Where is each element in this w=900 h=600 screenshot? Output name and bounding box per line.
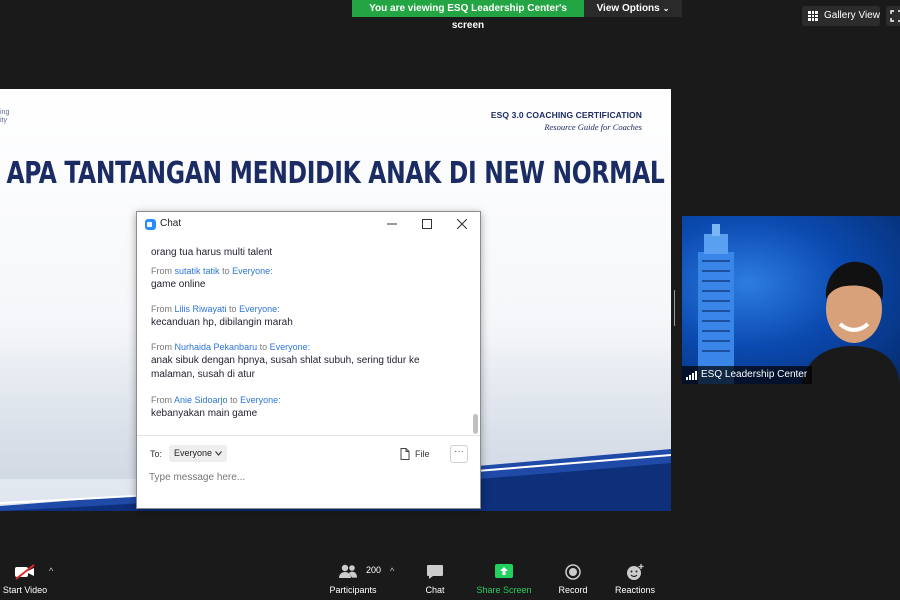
close-button[interactable] (445, 212, 479, 236)
participant-name: ESQ Leadership Center (701, 369, 808, 380)
chat-scrollbar[interactable] (470, 236, 480, 424)
share-screen-button[interactable]: Share Screen (474, 554, 534, 600)
record-icon (565, 564, 581, 580)
participant-name-label: ESQ Leadership Center (682, 366, 813, 384)
start-video-label: Start Video (2, 585, 48, 595)
more-options-button[interactable]: ··· (450, 445, 468, 463)
zoom-app-icon (145, 219, 156, 230)
recipient-select-value: Everyone (174, 448, 213, 458)
sender-name[interactable]: Lilis Riwayati (175, 304, 227, 314)
participants-label: Participants (329, 585, 377, 595)
participants-options-caret-icon[interactable]: ^ (390, 566, 394, 576)
file-icon (400, 448, 410, 460)
participants-button[interactable]: Participants (326, 554, 380, 600)
viewing-screen-banner: You are viewing ESQ Leadership Center's … (352, 0, 584, 31)
chat-message: From Anie Sidoarjo to Everyone: kebanyak… (151, 395, 461, 421)
zoom-meeting-window: You are viewing ESQ Leadership Center's … (0, 0, 900, 600)
chat-scrollbar-thumb[interactable] (473, 414, 478, 434)
participant-person-image (802, 261, 900, 384)
message-sender-line: From Anie Sidoarjo to Everyone: (151, 395, 281, 405)
recipient-select[interactable]: Everyone (169, 445, 228, 462)
chat-message: orang tua harus multi talent (151, 247, 273, 258)
record-label: Record (558, 585, 588, 595)
file-button-label: File (415, 449, 430, 459)
slide-logo-fragment: ing ity (0, 109, 10, 124)
chat-message: From sutatik tatik to Everyone: game onl… (151, 266, 461, 292)
reactions-button[interactable]: Reactions (612, 554, 658, 600)
participant-video-tile[interactable]: ESQ Leadership Center (682, 216, 900, 384)
maximize-icon (422, 219, 432, 229)
minimize-button[interactable] (375, 212, 409, 236)
chevron-down-icon: ⌄ (662, 4, 670, 13)
fullscreen-icon (890, 10, 900, 22)
chat-bubble-icon (427, 565, 443, 579)
chat-window: Chat orang tua harus multi talent From s… (136, 211, 481, 509)
message-sender-line: From Nurhaida Pekanbaru to Everyone: (151, 342, 311, 352)
record-button[interactable]: Record (555, 554, 591, 600)
slide-certification-header: ESQ 3.0 COACHING CERTIFICATION Resource … (491, 110, 642, 132)
chat-divider (137, 435, 480, 436)
view-options-label: View Options (596, 3, 660, 14)
meeting-toolbar: Start Video ^ Participants 200 ^ Chat Sh… (0, 554, 900, 600)
minimize-icon (387, 223, 397, 225)
gallery-view-label: Gallery View (824, 10, 880, 21)
recipient-name: Everyone: (240, 395, 281, 405)
recipient-name: Everyone: (232, 266, 273, 276)
share-screen-icon (495, 564, 513, 578)
recipient-name: Everyone: (269, 342, 311, 352)
to-label: To: (150, 449, 163, 459)
close-icon (457, 219, 467, 229)
slide-title: APA TANTANGAN MENDIDIK ANAK DI NEW NORMA… (6, 156, 665, 192)
video-options-caret-icon[interactable]: ^ (49, 566, 53, 576)
chat-message-list[interactable]: orang tua harus multi talent From sutati… (137, 236, 480, 424)
sender-name[interactable]: Anie Sidoarjo (174, 395, 228, 405)
panel-splitter-handle[interactable] (674, 290, 677, 326)
grid-icon (808, 11, 818, 21)
certification-title: ESQ 3.0 COACHING CERTIFICATION (490, 110, 642, 120)
recipient-name: Everyone: (239, 304, 280, 314)
chat-titlebar[interactable]: Chat (137, 212, 480, 236)
reactions-label: Reactions (614, 585, 656, 595)
building-image (698, 224, 734, 384)
share-screen-label: Share Screen (476, 585, 532, 595)
chevron-down-icon (215, 451, 222, 456)
chat-message-input[interactable] (149, 469, 469, 485)
message-sender-line: From sutatik tatik to Everyone: (151, 266, 273, 276)
view-options-button[interactable]: View Options ⌄ (584, 0, 682, 17)
certification-subtitle: Resource Guide for Coaches (544, 122, 642, 132)
gallery-view-button[interactable]: Gallery View (802, 6, 880, 26)
participants-count: 200 (366, 565, 382, 575)
emoji-plus-icon (627, 564, 644, 580)
video-off-icon (15, 564, 35, 580)
maximize-button[interactable] (410, 212, 444, 236)
chat-button[interactable]: Chat (420, 554, 450, 600)
sender-name[interactable]: sutatik tatik (175, 266, 220, 276)
file-button[interactable]: File (400, 446, 430, 462)
chat-message: From Lilis Riwayati to Everyone: kecandu… (151, 304, 461, 330)
participants-icon (338, 564, 357, 578)
chat-message: From Nurhaida Pekanbaru to Everyone: ana… (151, 342, 461, 382)
start-video-button[interactable]: Start Video (0, 554, 50, 600)
sender-name[interactable]: Nurhaida Pekanbaru (175, 342, 258, 352)
signal-strength-icon (686, 370, 697, 380)
message-sender-line: From Lilis Riwayati to Everyone: (151, 304, 280, 314)
chat-window-title: Chat (160, 218, 182, 229)
fullscreen-button[interactable] (886, 6, 900, 26)
chat-label: Chat (425, 585, 445, 595)
